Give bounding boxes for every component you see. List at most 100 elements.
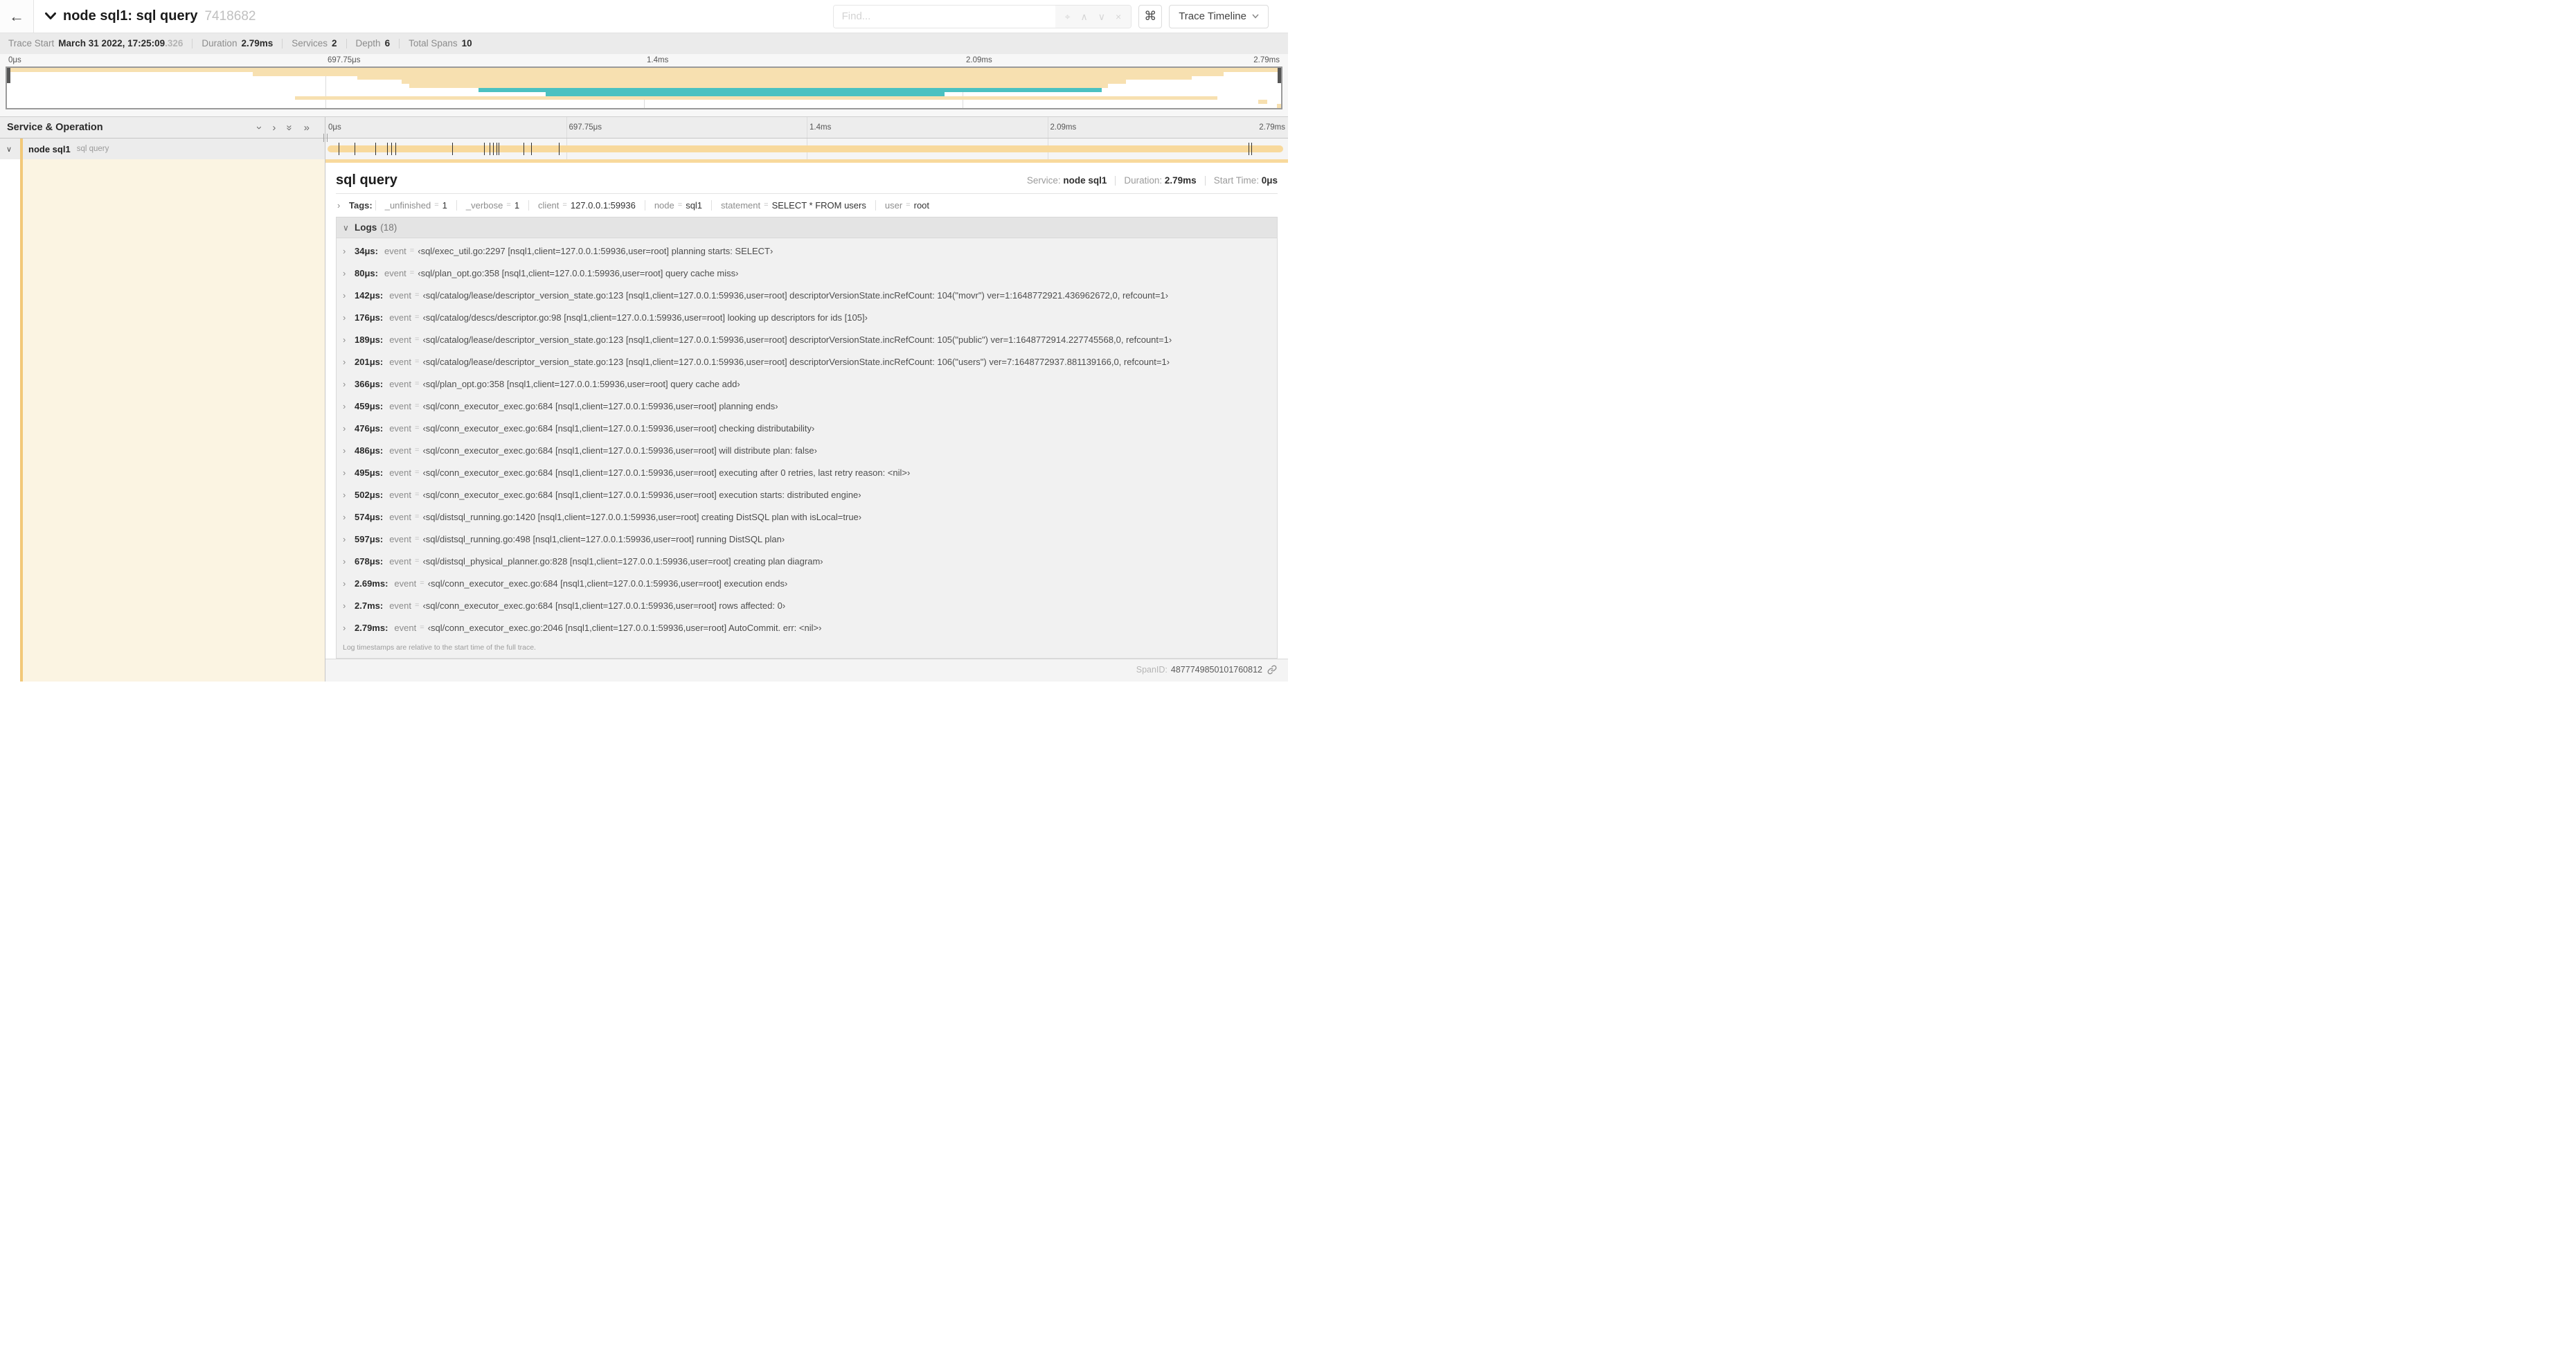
log-key: event bbox=[384, 245, 406, 256]
log-key: event bbox=[389, 600, 412, 611]
log-equals: = bbox=[415, 513, 420, 521]
expand-log-icon[interactable]: › bbox=[343, 246, 355, 256]
collapse-all-icon[interactable]: » bbox=[284, 125, 296, 130]
log-marker bbox=[531, 143, 533, 155]
log-row[interactable]: › 476μs: event = ‹sql/conn_executor_exec.go:… bbox=[337, 417, 1277, 439]
tag-item: statement = SELECT * FROM users bbox=[711, 200, 875, 211]
span-duration-bar[interactable] bbox=[328, 143, 1283, 155]
expand-log-icon[interactable]: › bbox=[343, 490, 355, 500]
column-resize-grip[interactable] bbox=[323, 134, 328, 142]
log-equals: = bbox=[415, 557, 420, 565]
expand-one-icon[interactable]: › bbox=[272, 123, 276, 133]
expand-log-icon[interactable]: › bbox=[343, 600, 355, 611]
minimap-tick-label: 2.09ms bbox=[966, 56, 992, 64]
log-row[interactable]: › 201μs: event = ‹sql/catalog/lease/descript… bbox=[337, 350, 1277, 373]
log-row[interactable]: › 2.79ms: event = ‹sql/conn_executor_exec.go… bbox=[337, 616, 1277, 639]
log-row[interactable]: › 2.7ms: event = ‹sql/conn_executor_exec.go:… bbox=[337, 594, 1277, 616]
log-equals: = bbox=[415, 380, 420, 388]
expand-log-icon[interactable]: › bbox=[343, 379, 355, 389]
log-value: ‹sql/catalog/lease/descriptor_version_st… bbox=[422, 356, 1170, 367]
tag-equals: = bbox=[764, 201, 769, 209]
minimap-tick-label: 2.79ms bbox=[1253, 56, 1280, 64]
minimap-left-scrubber[interactable] bbox=[7, 68, 10, 83]
locate-icon[interactable]: ⌖ bbox=[1065, 12, 1071, 21]
log-row[interactable]: › 80μs: event = ‹sql/plan_opt.go:358 [nsql1,… bbox=[337, 262, 1277, 284]
expand-log-icon[interactable]: › bbox=[343, 290, 355, 301]
log-key: event bbox=[389, 289, 412, 301]
log-row[interactable]: › 459μs: event = ‹sql/conn_executor_exec.go:… bbox=[337, 395, 1277, 417]
log-row[interactable]: › 2.69ms: event = ‹sql/conn_executor_exec.go… bbox=[337, 572, 1277, 594]
log-row[interactable]: › 495μs: event = ‹sql/conn_executor_exec.go:… bbox=[337, 461, 1277, 483]
log-row[interactable]: › 189μs: event = ‹sql/catalog/lease/descript… bbox=[337, 328, 1277, 350]
keyboard-shortcuts-button[interactable]: ⌘ bbox=[1138, 4, 1163, 28]
tags-row[interactable]: › Tags: _unfinished = 1 _verbose = 1 client = 12… bbox=[336, 194, 1278, 217]
expand-log-icon[interactable]: › bbox=[343, 423, 355, 434]
span-row: ∨ node sql1 sql query bbox=[0, 139, 1288, 159]
span-row-timeline[interactable] bbox=[325, 139, 1288, 159]
log-row[interactable]: › 678μs: event = ‹sql/distsql_physical_plann… bbox=[337, 550, 1277, 572]
selected-span-highlight bbox=[23, 159, 325, 682]
log-row[interactable]: › 142μs: event = ‹sql/catalog/lease/descript… bbox=[337, 284, 1277, 306]
previous-match-icon[interactable]: ∧ bbox=[1081, 12, 1088, 21]
log-row[interactable]: › 176μs: event = ‹sql/catalog/descs/descript… bbox=[337, 306, 1277, 328]
trace-info-value: 2.79ms bbox=[241, 38, 274, 48]
detail-left-column bbox=[0, 159, 325, 682]
timeline-ruler[interactable]: 0μs 697.75μs 1.4ms 2.09ms 2.79ms bbox=[325, 117, 1288, 138]
expand-log-icon[interactable]: › bbox=[343, 623, 355, 633]
log-timestamp: 502μs: bbox=[355, 489, 384, 500]
trace-timeline-page: ← node sql1: sql query 7418682 ⌖ ∧ ∨ × ⌘ Tr… bbox=[0, 0, 1288, 682]
log-row[interactable]: › 597μs: event = ‹sql/distsql_running.go:498… bbox=[337, 528, 1277, 550]
find-input[interactable] bbox=[833, 5, 1055, 28]
expand-log-icon[interactable]: › bbox=[343, 534, 355, 544]
tag-equals: = bbox=[677, 201, 683, 209]
clear-find-icon[interactable]: × bbox=[1116, 12, 1121, 21]
span-color-accent bbox=[20, 139, 23, 159]
expand-log-icon[interactable]: › bbox=[343, 512, 355, 522]
log-marker bbox=[559, 143, 560, 155]
collapse-one-icon[interactable]: › bbox=[253, 126, 265, 130]
back-button[interactable]: ← bbox=[0, 0, 34, 33]
log-row[interactable]: › 502μs: event = ‹sql/conn_executor_exec.go:… bbox=[337, 483, 1277, 506]
expand-log-icon[interactable]: › bbox=[343, 467, 355, 478]
detail-operation-title: sql query bbox=[336, 172, 397, 188]
find-controls: ⌖ ∧ ∨ × bbox=[1055, 5, 1132, 28]
log-row[interactable]: › 486μs: event = ‹sql/conn_executor_exec.go:… bbox=[337, 439, 1277, 461]
span-row-label[interactable]: ∨ node sql1 sql query bbox=[0, 139, 325, 159]
expand-log-icon[interactable]: › bbox=[343, 312, 355, 323]
tag-item: user = root bbox=[875, 200, 938, 211]
expand-log-icon[interactable]: › bbox=[343, 556, 355, 567]
log-timestamp: 459μs: bbox=[355, 400, 384, 411]
expand-log-icon[interactable]: › bbox=[343, 578, 355, 589]
expand-log-icon[interactable]: › bbox=[343, 268, 355, 278]
expand-log-icon[interactable]: › bbox=[343, 335, 355, 345]
trace-info-value: 2 bbox=[332, 38, 337, 48]
tag-item: _unfinished = 1 bbox=[375, 200, 456, 211]
minimap-right-scrubber[interactable] bbox=[1278, 68, 1281, 83]
collapse-span-icon[interactable]: ∨ bbox=[6, 145, 12, 154]
expand-all-icon[interactable]: » bbox=[304, 123, 310, 133]
log-equals: = bbox=[409, 247, 415, 255]
next-match-icon[interactable]: ∨ bbox=[1098, 12, 1105, 21]
expand-log-icon[interactable]: › bbox=[343, 357, 355, 367]
logs-header[interactable]: ∨ Logs (18) bbox=[337, 217, 1277, 238]
expand-log-icon[interactable]: › bbox=[343, 445, 355, 456]
log-timestamp: 189μs: bbox=[355, 334, 384, 345]
log-row[interactable]: › 34μs: event = ‹sql/exec_util.go:2297 [nsql… bbox=[337, 240, 1277, 262]
minimap-canvas[interactable] bbox=[6, 66, 1282, 109]
expand-log-icon[interactable]: › bbox=[343, 401, 355, 411]
collapse-trace-icon[interactable] bbox=[45, 12, 56, 20]
log-timestamp: 597μs: bbox=[355, 533, 384, 544]
log-row[interactable]: › 574μs: event = ‹sql/distsql_running.go:142… bbox=[337, 506, 1277, 528]
trace-view-selector[interactable]: Trace Timeline bbox=[1169, 4, 1269, 28]
copy-link-icon[interactable] bbox=[1267, 665, 1277, 675]
log-equals: = bbox=[415, 535, 420, 543]
log-value: ‹sql/catalog/lease/descriptor_version_st… bbox=[422, 289, 1169, 301]
trace-view-selector-label: Trace Timeline bbox=[1179, 10, 1246, 22]
collapse-logs-icon[interactable]: ∨ bbox=[343, 223, 355, 233]
log-value: ‹sql/catalog/descs/descriptor.go:98 [nsq… bbox=[422, 312, 868, 323]
expand-tags-icon[interactable]: › bbox=[337, 200, 349, 211]
log-row[interactable]: › 366μs: event = ‹sql/plan_opt.go:358 [nsql1… bbox=[337, 373, 1277, 395]
log-value: ‹sql/conn_executor_exec.go:684 [nsql1,cl… bbox=[422, 422, 815, 434]
log-equals: = bbox=[415, 291, 420, 299]
service-operation-header: Service & Operation › › » » bbox=[0, 117, 328, 142]
